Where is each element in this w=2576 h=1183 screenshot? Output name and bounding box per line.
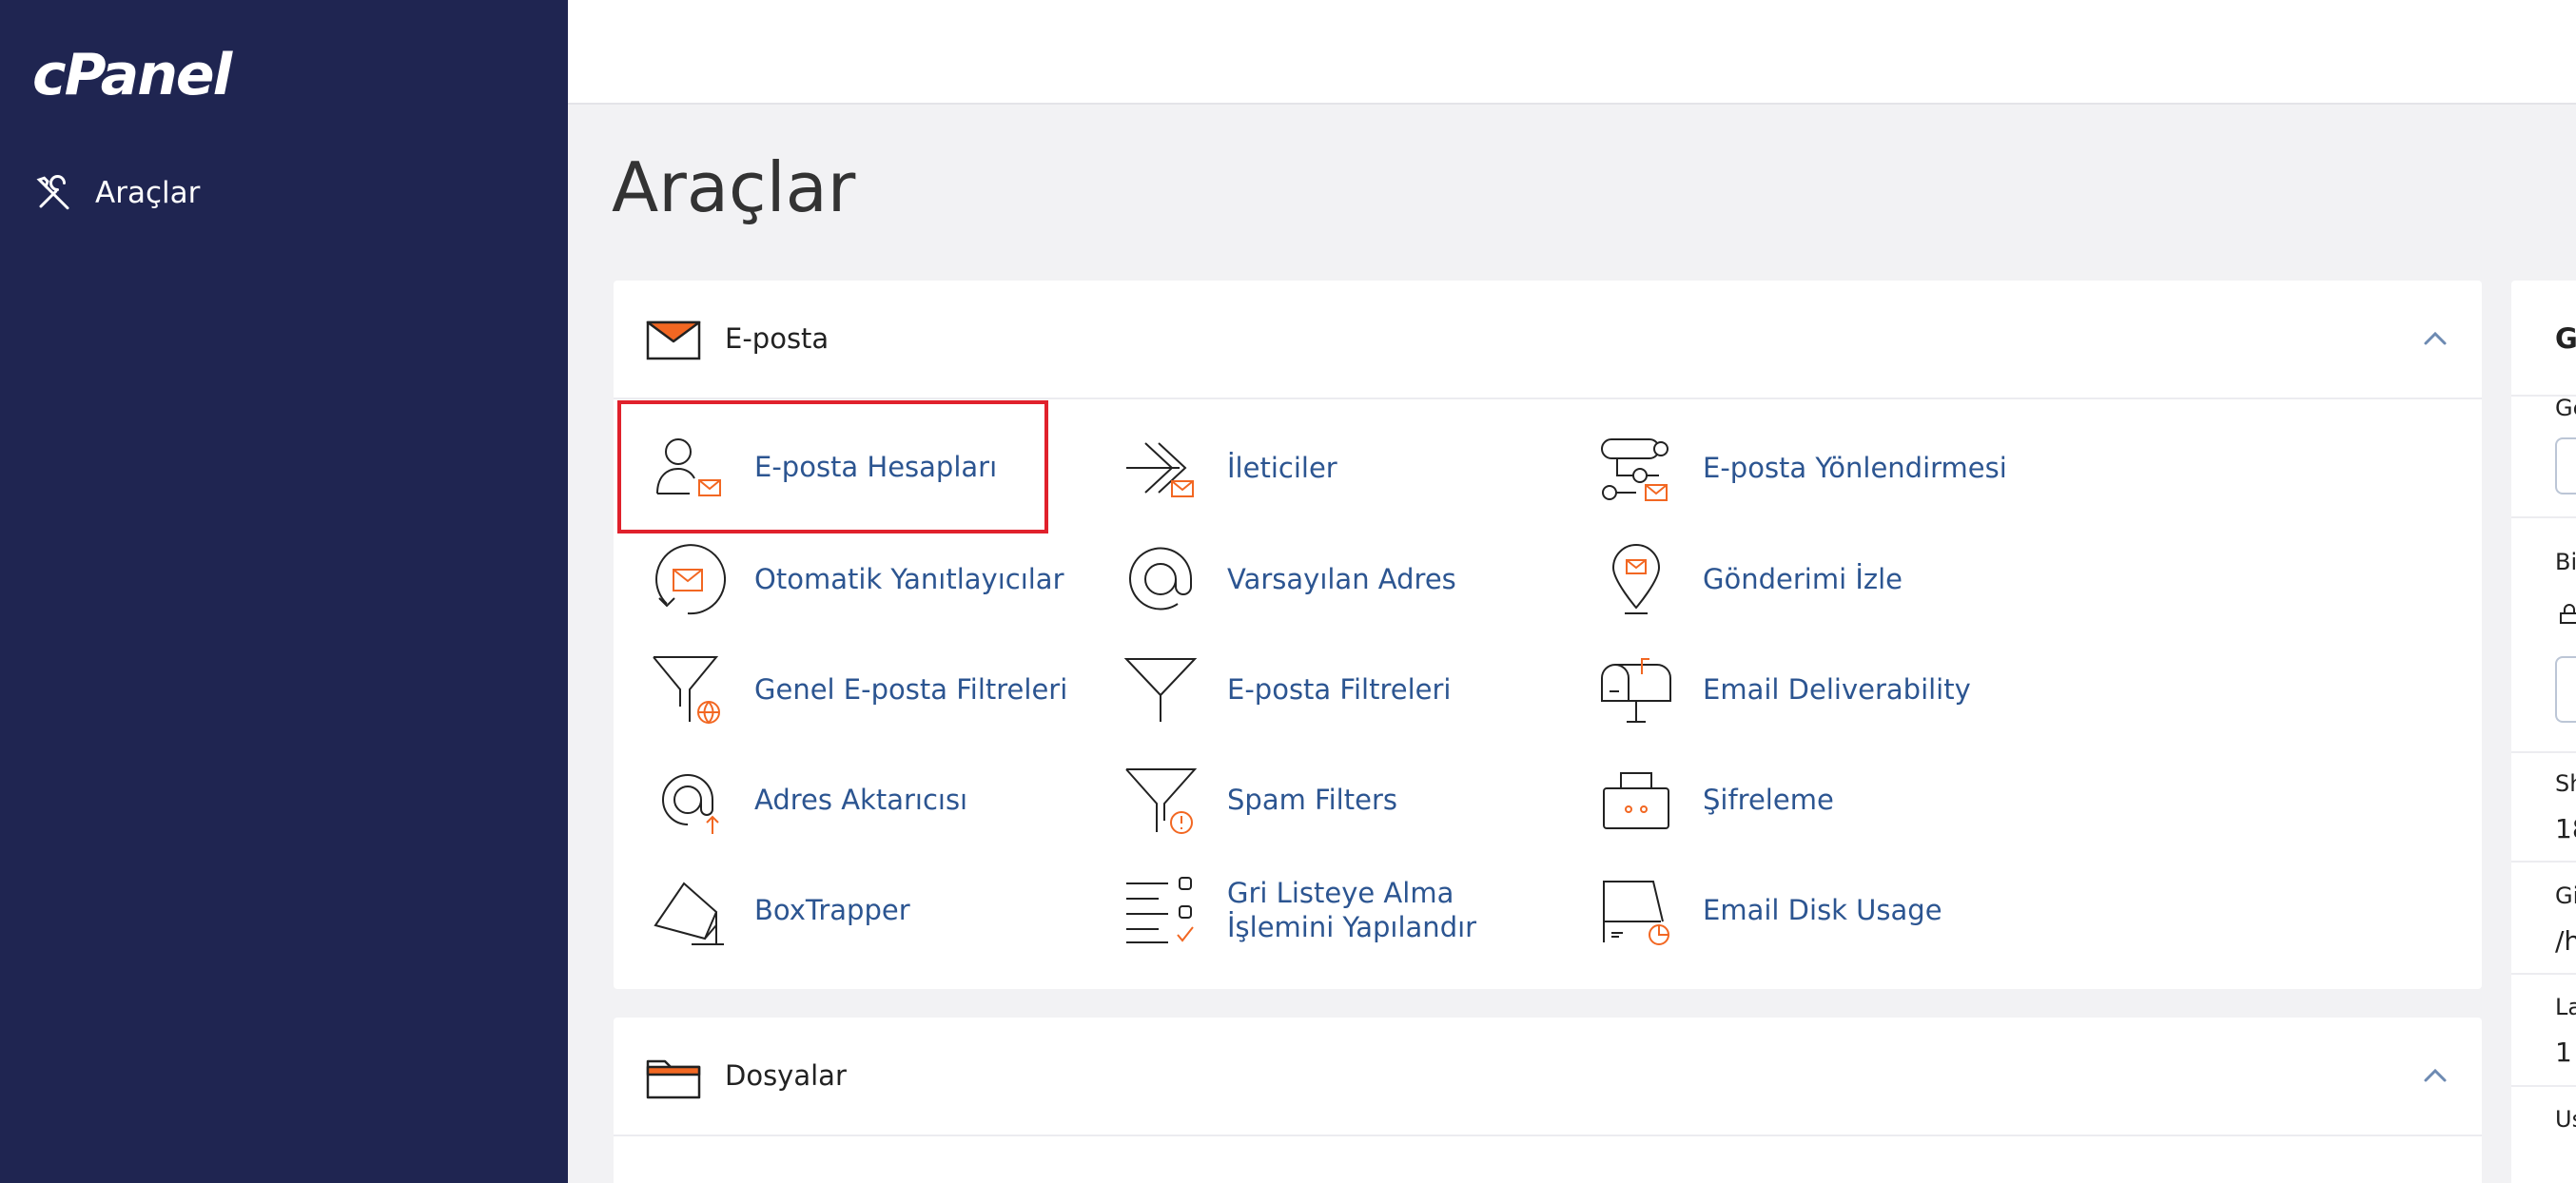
- tool-autoresponders[interactable]: Otomatik Yanıtlayıcılar: [650, 526, 1064, 632]
- info-value: 18: [2555, 813, 2576, 844]
- tool-label: İleticiler: [1227, 451, 1337, 484]
- files-panel-title: Dosyalar: [725, 1059, 847, 1092]
- tool-label: Gönderimi İzle: [1703, 562, 1903, 595]
- info-value: /h: [2555, 925, 2576, 957]
- autoresponders-icon: [655, 544, 726, 615]
- divider: [2511, 1085, 2576, 1087]
- files-panel-header[interactable]: Dosyalar: [614, 1018, 2482, 1136]
- lock-icon: [2560, 604, 2576, 624]
- folder-icon: [646, 1059, 701, 1099]
- tool-label: BoxTrapper: [754, 893, 910, 926]
- info-label: La: [2555, 994, 2576, 1020]
- info-label: Us: [2555, 1106, 2576, 1133]
- envelope-icon: [646, 320, 701, 360]
- tool-label: E-posta Filtreleri: [1227, 672, 1452, 706]
- tool-label: Genel E-posta Filtreleri: [754, 672, 1068, 706]
- tool-label: Şifreleme: [1703, 783, 1834, 816]
- tool-label: Email Disk Usage: [1703, 893, 1942, 926]
- top-bar: [568, 0, 2576, 105]
- tool-label: E-posta Hesapları: [754, 450, 998, 483]
- tool-encryption[interactable]: Şifreleme: [1598, 747, 1834, 853]
- info-label: Bi: [2555, 549, 2576, 575]
- general-info-panel: Ge Ge Bi Sh 18 Gi /h La 1 Us: [2511, 281, 2576, 1183]
- sidebar-item-tools[interactable]: Araçlar: [34, 173, 200, 213]
- tool-track-delivery[interactable]: Gönderimi İzle: [1598, 526, 1903, 632]
- sidebar-item-label: Araçlar: [95, 176, 201, 210]
- info-label: Ge: [2555, 395, 2576, 421]
- info-select[interactable]: [2555, 437, 2576, 495]
- track-delivery-icon: [1611, 544, 1661, 614]
- files-panel: Dosyalar: [614, 1018, 2482, 1183]
- cpanel-logo[interactable]: cPanel: [32, 42, 232, 108]
- email-filters-icon: [1123, 658, 1198, 722]
- page-title: Araçlar: [612, 147, 856, 227]
- tool-label: Spam Filters: [1227, 783, 1397, 816]
- address-importer-icon: [662, 774, 719, 834]
- email-routing-icon: [1601, 438, 1669, 501]
- spam-filter-icon: [1125, 768, 1198, 834]
- tool-label: Otomatik Yanıtlayıcılar: [754, 562, 1064, 595]
- tool-global-email-filters[interactable]: Genel E-posta Filtreleri: [650, 636, 1067, 743]
- email-panel: E-posta E-posta Hesapları İleticiler E-p…: [614, 281, 2482, 989]
- global-filters-icon: [653, 656, 720, 725]
- tool-label: Adres Aktarıcısı: [754, 783, 968, 816]
- tool-label: Varsayılan Adres: [1227, 562, 1456, 595]
- forwarders-icon: [1126, 442, 1194, 497]
- greylisting-icon: [1126, 877, 1194, 943]
- default-address-icon: [1129, 547, 1193, 611]
- email-panel-title: E-posta: [725, 322, 829, 355]
- tool-label: Email Deliverability: [1703, 672, 1971, 706]
- tool-email-routing[interactable]: E-posta Yönlendirmesi: [1598, 415, 2007, 521]
- tool-boxtrapper[interactable]: BoxTrapper: [650, 857, 910, 963]
- tool-label: E-posta Yönlendirmesi: [1703, 451, 2007, 484]
- email-accounts-icon: [656, 438, 721, 496]
- tool-greylisting[interactable]: Gri Listeye Alma İşlemini Yapılandır: [1122, 857, 1560, 963]
- tool-address-importer[interactable]: Adres Aktarıcısı: [650, 747, 967, 853]
- info-label: Gi: [2555, 882, 2576, 909]
- chevron-up-icon[interactable]: [2421, 1061, 2449, 1090]
- tool-email-deliverability[interactable]: Email Deliverability: [1598, 636, 1971, 743]
- tool-email-disk-usage[interactable]: Email Disk Usage: [1598, 857, 1942, 963]
- email-panel-header[interactable]: E-posta: [614, 281, 2482, 399]
- tool-email-accounts[interactable]: E-posta Hesapları: [617, 400, 1048, 533]
- tool-default-address[interactable]: Varsayılan Adres: [1122, 526, 1456, 632]
- divider: [2511, 516, 2576, 518]
- info-label: Sh: [2555, 770, 2576, 797]
- divider: [2511, 973, 2576, 975]
- info-value: 1: [2555, 1037, 2572, 1068]
- mailbox-icon: [1601, 658, 1671, 723]
- divider: [2511, 751, 2576, 753]
- tools-icon: [36, 175, 69, 210]
- tool-label: Gri Listeye Alma İşlemini Yapılandır: [1227, 876, 1477, 943]
- disk-usage-icon: [1603, 881, 1669, 945]
- info-button[interactable]: [2555, 656, 2576, 723]
- general-info-title: Ge: [2555, 322, 2576, 355]
- tool-forwarders[interactable]: İleticiler: [1122, 415, 1337, 521]
- divider: [2511, 861, 2576, 863]
- boxtrapper-icon: [654, 882, 724, 945]
- tool-email-filters[interactable]: E-posta Filtreleri: [1122, 636, 1451, 743]
- tool-spam-filters[interactable]: Spam Filters: [1122, 747, 1397, 853]
- encryption-icon: [1603, 772, 1669, 829]
- chevron-up-icon[interactable]: [2421, 324, 2449, 353]
- sidebar: cPanel Araçlar: [0, 0, 568, 1183]
